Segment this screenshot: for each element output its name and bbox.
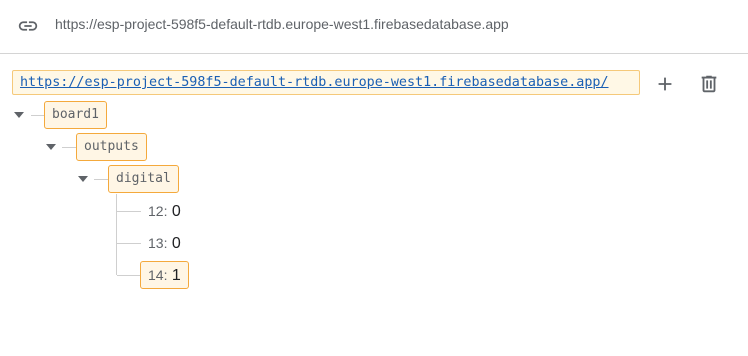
leaf-node[interactable]: 12: 0 <box>148 197 181 225</box>
leaf-key: 12: <box>148 203 168 219</box>
trash-icon[interactable] <box>698 73 720 95</box>
collapse-caret-icon[interactable] <box>46 144 56 150</box>
link-icon <box>18 21 38 31</box>
tree-connector <box>116 194 117 275</box>
database-url: https://esp-project-598f5-default-rtdb.e… <box>55 16 509 32</box>
root-reference: https://esp-project-598f5-default-rtdb.e… <box>12 70 640 95</box>
leaf-value[interactable]: 0 <box>172 203 181 220</box>
collapse-caret-icon[interactable] <box>78 176 88 182</box>
leaf-key: 14: <box>148 267 168 283</box>
node-board1[interactable]: board1 <box>44 101 107 129</box>
tree-connector <box>117 275 141 276</box>
tree-connector <box>117 243 141 244</box>
leaf-node-highlighted[interactable]: 14: 1 <box>140 261 189 289</box>
plus-icon[interactable] <box>654 73 676 95</box>
node-digital[interactable]: digital <box>108 165 179 193</box>
collapse-caret-icon[interactable] <box>14 112 24 118</box>
node-outputs[interactable]: outputs <box>76 133 147 161</box>
leaf-value[interactable]: 1 <box>172 267 181 284</box>
tree-connector <box>94 179 108 180</box>
tree-connector <box>117 211 141 212</box>
leaf-value[interactable]: 0 <box>172 235 181 252</box>
root-url-link[interactable]: https://esp-project-598f5-default-rtdb.e… <box>20 75 609 90</box>
url-bar: https://esp-project-598f5-default-rtdb.e… <box>0 0 748 54</box>
leaf-node[interactable]: 13: 0 <box>148 229 181 257</box>
tree-connector <box>62 147 76 148</box>
tree-connector <box>31 115 45 116</box>
leaf-key: 13: <box>148 235 168 251</box>
